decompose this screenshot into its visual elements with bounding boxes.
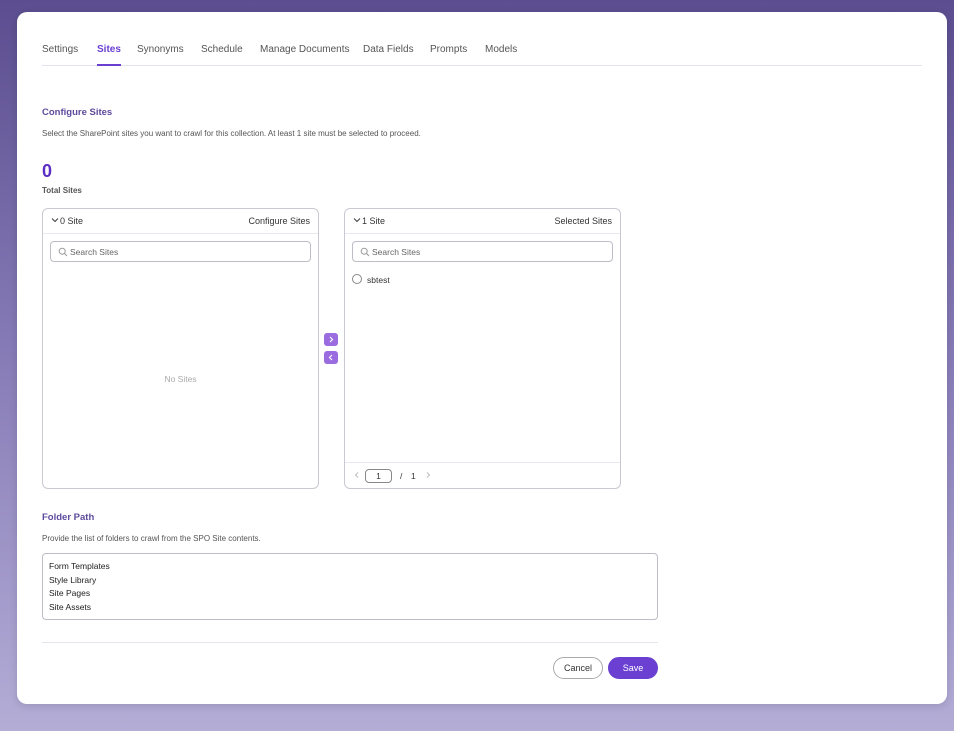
available-sites-search[interactable] <box>50 241 311 262</box>
chevron-right-icon <box>329 336 334 343</box>
chevron-down-icon[interactable] <box>50 215 60 225</box>
site-name: sbtest <box>367 275 390 285</box>
tab-schedule[interactable]: Schedule <box>201 44 243 64</box>
folder-path-heading: Folder Path <box>42 512 95 523</box>
tab-data-fields[interactable]: Data Fields <box>363 44 414 64</box>
selected-sites-title: Selected Sites <box>554 216 612 226</box>
move-right-button[interactable] <box>324 333 338 346</box>
no-sites-message: No Sites <box>164 374 197 384</box>
total-sites-label: Total Sites <box>42 186 82 195</box>
tab-models[interactable]: Models <box>485 44 517 64</box>
search-icon <box>58 247 68 257</box>
available-sites-header: 0 Site Configure Sites <box>43 209 318 234</box>
folder-path-line: Form Templates <box>49 561 110 571</box>
available-sites-count[interactable]: 0 Site <box>60 216 83 226</box>
tab-sites[interactable]: Sites <box>97 44 121 66</box>
tab-synonyms[interactable]: Synonyms <box>137 44 184 64</box>
folder-path-line: Site Pages <box>49 588 91 598</box>
page-separator: / <box>400 471 403 481</box>
page-total: 1 <box>411 471 416 481</box>
available-sites-search-input[interactable] <box>70 244 305 259</box>
available-sites-title: Configure Sites <box>248 216 310 226</box>
configure-sites-heading: Configure Sites <box>42 107 113 118</box>
chevron-right-icon[interactable] <box>423 470 433 480</box>
configure-sites-description: Select the SharePoint sites you want to … <box>42 129 421 138</box>
chevron-left-icon[interactable] <box>352 470 362 480</box>
selected-sites-panel: 1 Site Selected Sites sbtest 1 / 1 <box>344 208 621 489</box>
tab-bar: Settings Sites Synonyms Schedule Manage … <box>42 38 922 66</box>
selected-sites-header: 1 Site Selected Sites <box>345 209 620 234</box>
total-sites-count: 0 <box>42 161 53 181</box>
tab-prompts[interactable]: Prompts <box>430 44 467 64</box>
page-number-input[interactable]: 1 <box>365 469 392 483</box>
selected-sites-count[interactable]: 1 Site <box>362 216 385 226</box>
folder-path-line: Site Assets <box>49 601 92 612</box>
tab-manage-documents[interactable]: Manage Documents <box>260 44 350 64</box>
folder-path-description: Provide the list of folders to crawl fro… <box>42 534 261 543</box>
site-checkbox[interactable] <box>352 274 362 284</box>
folder-path-textarea[interactable]: Form Templates Style Library Site Pages … <box>42 553 658 620</box>
move-left-button[interactable] <box>324 351 338 364</box>
available-sites-panel: 0 Site Configure Sites No Sites <box>42 208 319 489</box>
chevron-down-icon[interactable] <box>352 215 362 225</box>
selected-sites-search[interactable] <box>352 241 613 262</box>
tab-settings[interactable]: Settings <box>42 44 78 64</box>
chevron-left-icon <box>328 354 333 361</box>
folder-path-line: Style Library <box>49 574 97 585</box>
footer-divider <box>42 642 658 643</box>
pagination: 1 / 1 <box>345 462 620 488</box>
collection-settings-card: Settings Sites Synonyms Schedule Manage … <box>17 12 947 704</box>
selected-sites-search-input[interactable] <box>372 244 607 259</box>
save-button[interactable]: Save <box>608 657 658 679</box>
cancel-button[interactable]: Cancel <box>553 657 603 679</box>
search-icon <box>360 247 370 257</box>
